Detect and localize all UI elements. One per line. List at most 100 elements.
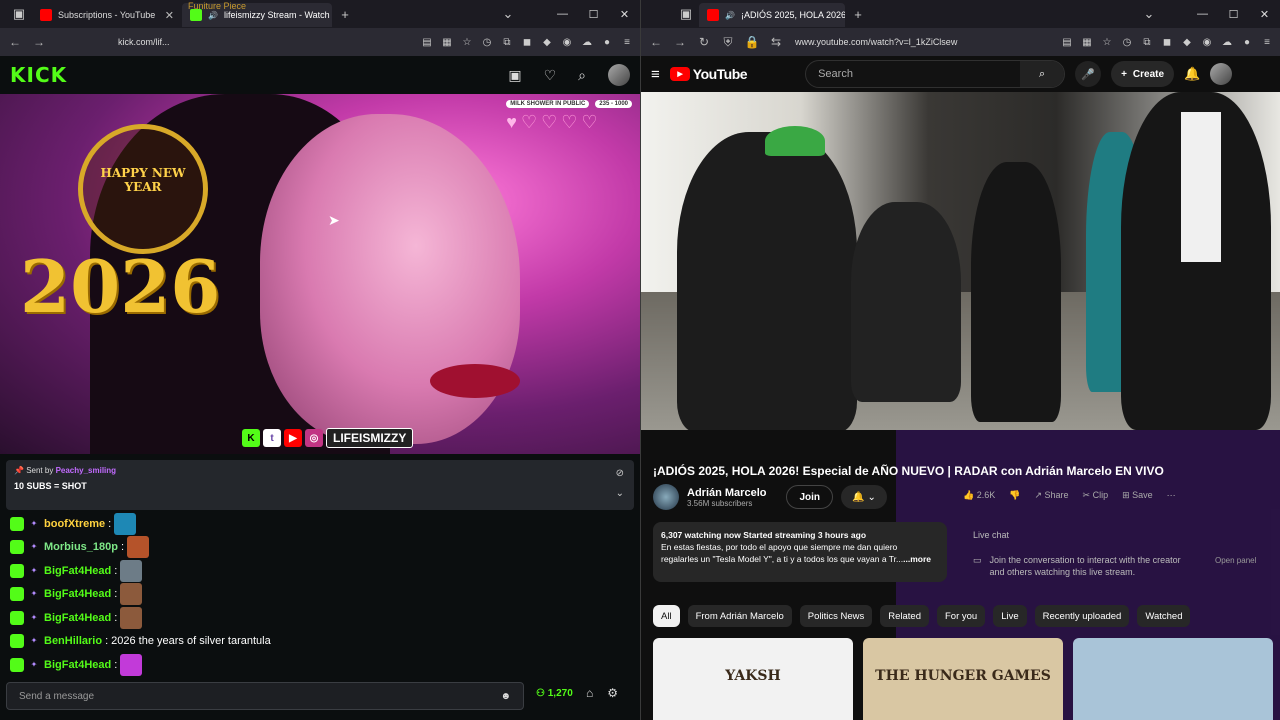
- speaker-icon[interactable]: 🔊: [208, 11, 218, 20]
- open-panel-button[interactable]: Open panel: [1215, 556, 1256, 565]
- chat-input[interactable]: Send a message ☻: [6, 682, 524, 710]
- chat-emote-icon[interactable]: [120, 653, 143, 676]
- youtube-logo[interactable]: ▶ YouTube: [669, 66, 748, 82]
- clock-icon[interactable]: ◷: [1118, 33, 1136, 51]
- video-thumbnail[interactable]: YAKSH: [653, 638, 853, 720]
- chat-emote-icon[interactable]: [120, 559, 143, 582]
- ublock-icon[interactable]: ◼: [518, 33, 536, 51]
- chat-username[interactable]: BigFat4Head: [44, 659, 111, 671]
- more-actions-icon[interactable]: ⋯: [1167, 490, 1176, 501]
- maximize-icon[interactable]: ☐: [1218, 0, 1249, 28]
- permissions-icon[interactable]: ⇆: [765, 31, 787, 53]
- filter-chip[interactable]: Watched: [1137, 605, 1191, 627]
- chat-username[interactable]: Morbius_180p: [44, 541, 118, 553]
- bookmark-star-icon[interactable]: ☆: [458, 33, 476, 51]
- forward-icon[interactable]: →: [669, 31, 691, 53]
- save-button[interactable]: ⊞ Save: [1122, 490, 1153, 501]
- reader-icon[interactable]: ▤: [418, 33, 436, 51]
- tab-overview-icon[interactable]: ▣: [673, 2, 699, 26]
- shield-icon[interactable]: ⛨: [717, 31, 739, 53]
- menu-icon[interactable]: ≡: [1258, 33, 1276, 51]
- description-box[interactable]: 6,307 watching now Started streaming 3 h…: [653, 522, 947, 582]
- following-heart-icon[interactable]: ♡: [544, 67, 557, 84]
- chat-emote-icon[interactable]: [120, 583, 143, 606]
- screenshot-icon[interactable]: ▦: [1078, 33, 1096, 51]
- tab-subscriptions[interactable]: Subscriptions - YouTube ✕: [32, 3, 182, 27]
- video-thumbnail[interactable]: THE HUNGER GAMES: [863, 638, 1063, 720]
- notifications-bell-icon[interactable]: 🔔: [1184, 66, 1200, 82]
- minimize-icon[interactable]: —: [1187, 0, 1218, 28]
- like-button[interactable]: 👍 2.6K: [963, 490, 995, 501]
- account-icon[interactable]: ●: [598, 33, 616, 51]
- filter-chip[interactable]: Recently uploaded: [1034, 605, 1130, 627]
- microphone-icon[interactable]: 🎤: [1075, 61, 1102, 87]
- back-icon[interactable]: ←: [4, 31, 26, 53]
- cloud-icon[interactable]: ☁: [1218, 33, 1236, 51]
- dislike-icon[interactable]: 👎: [1009, 490, 1020, 501]
- back-icon[interactable]: ←: [645, 31, 667, 53]
- minimize-icon[interactable]: —: [547, 0, 578, 28]
- create-button[interactable]: + Create: [1111, 61, 1175, 87]
- lock-icon[interactable]: 🔒: [741, 31, 763, 53]
- chat-emote-icon[interactable]: [114, 512, 137, 535]
- kick-logo[interactable]: KICK: [10, 63, 67, 87]
- search-icon[interactable]: ⌕: [1020, 61, 1065, 87]
- close-tab-icon[interactable]: ✕: [165, 9, 174, 22]
- search-icon[interactable]: ⌕: [578, 67, 586, 84]
- tab-youtube-live[interactable]: 🔊 ¡ADIÓS 2025, HOLA 2026! E ✕: [699, 3, 845, 27]
- ublock-icon[interactable]: ◼: [1158, 33, 1176, 51]
- channel-avatar[interactable]: [653, 484, 679, 510]
- filter-chip[interactable]: Live: [993, 605, 1027, 627]
- menu-icon[interactable]: ≡: [618, 33, 636, 51]
- screenshot-icon[interactable]: ▦: [438, 33, 456, 51]
- user-avatar[interactable]: [608, 64, 630, 86]
- hamburger-menu-icon[interactable]: ≡: [651, 66, 660, 83]
- forward-icon[interactable]: →: [28, 31, 50, 53]
- chat-username[interactable]: BenHillario: [44, 635, 102, 647]
- account-icon[interactable]: ●: [1238, 33, 1256, 51]
- reader-icon[interactable]: ▤: [1058, 33, 1076, 51]
- browse-icon[interactable]: ▣: [508, 67, 521, 84]
- video-thumbnail[interactable]: [1073, 638, 1273, 720]
- filter-chip[interactable]: Politics News: [799, 605, 873, 627]
- reload-icon[interactable]: ↻: [693, 31, 715, 53]
- clip-button[interactable]: ✂ Clip: [1083, 490, 1109, 501]
- share-button[interactable]: ↗ Share: [1034, 490, 1068, 501]
- unpin-icon[interactable]: ⊘: [616, 468, 624, 479]
- viewer-count[interactable]: ⚇ 1,270: [536, 688, 573, 699]
- addon-icon[interactable]: ◆: [1178, 33, 1196, 51]
- search-input[interactable]: Search ⌕: [805, 60, 1066, 88]
- extensions-icon[interactable]: ⧉: [1138, 33, 1156, 51]
- subscribe-bell-button[interactable]: 🔔 ⌄: [841, 485, 888, 509]
- close-window-icon[interactable]: ✕: [1249, 0, 1280, 28]
- chat-emote-icon[interactable]: [127, 536, 150, 559]
- filter-chip[interactable]: All: [653, 605, 680, 627]
- expand-pinned-icon[interactable]: ⌄: [616, 488, 624, 499]
- sent-by-user[interactable]: Peachy_smiling: [56, 466, 116, 475]
- filter-chip[interactable]: For you: [936, 605, 986, 627]
- stream-video[interactable]: HAPPY NEW YEAR 2026 MILK SHOWER IN PUBLI…: [0, 94, 640, 454]
- chat-username[interactable]: BigFat4Head: [44, 612, 111, 624]
- tab-overview-icon[interactable]: ▣: [6, 2, 32, 26]
- filter-chip[interactable]: From Adrián Marcelo: [687, 605, 792, 627]
- user-avatar[interactable]: [1210, 63, 1233, 85]
- chat-emote-icon[interactable]: [120, 606, 143, 629]
- sync-icon[interactable]: ◉: [558, 33, 576, 51]
- chat-username[interactable]: BigFat4Head: [44, 565, 111, 577]
- settings-gear-icon[interactable]: ⚙: [607, 686, 618, 700]
- store-icon[interactable]: ⌂: [586, 686, 593, 700]
- chat-username[interactable]: boofXtreme: [44, 518, 105, 530]
- more-link[interactable]: ...more: [903, 554, 931, 564]
- speaker-icon[interactable]: 🔊: [725, 11, 735, 20]
- join-button[interactable]: Join: [786, 485, 834, 509]
- address-bar[interactable]: www.youtube.com/watch?v=l_1kZiClsew: [789, 31, 1056, 53]
- extensions-icon[interactable]: ⧉: [498, 33, 516, 51]
- maximize-icon[interactable]: ☐: [578, 0, 609, 28]
- new-tab-button[interactable]: +: [332, 2, 358, 26]
- filter-chip[interactable]: Related: [880, 605, 929, 627]
- tab-list-icon[interactable]: ⌄: [495, 2, 521, 26]
- cloud-icon[interactable]: ☁: [578, 33, 596, 51]
- address-bar[interactable]: kick.com/lif...: [52, 31, 416, 53]
- tab-list-icon[interactable]: ⌄: [1136, 2, 1162, 26]
- clock-icon[interactable]: ◷: [478, 33, 496, 51]
